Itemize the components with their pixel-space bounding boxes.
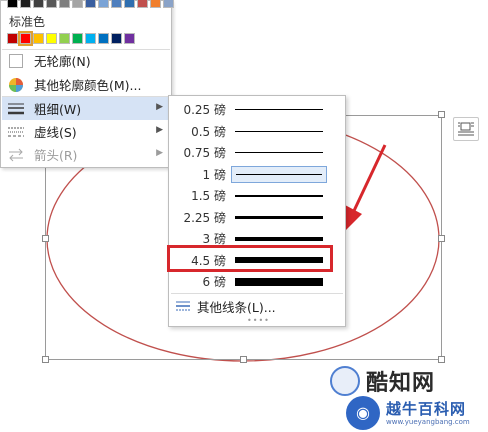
standard-color-swatch[interactable] (98, 33, 109, 44)
submenu-arrow-icon: ▶ (156, 102, 163, 112)
weight-preview-line (235, 236, 323, 241)
theme-color-swatch[interactable] (163, 0, 174, 8)
menu-resize-grip[interactable]: •••• (247, 316, 270, 325)
menu-separator (171, 293, 343, 294)
more-lines-label: 其他线条(L)... (197, 299, 276, 315)
no-outline-icon (6, 53, 26, 69)
menu-item-arrows[interactable]: 箭头(R) ▶ (2, 143, 171, 166)
layout-options-icon (458, 122, 474, 136)
weight-preview-box (231, 165, 327, 183)
theme-color-swatch[interactable] (124, 0, 135, 8)
standard-color-swatch[interactable] (111, 33, 122, 44)
watermark-badge-icon: ◉ (346, 396, 380, 430)
weight-option[interactable]: 1 磅 (171, 164, 343, 185)
submenu-arrow-icon: ▶ (156, 125, 163, 135)
weight-option[interactable]: 1.5 磅 (171, 185, 343, 206)
theme-color-swatch[interactable] (72, 0, 83, 8)
weight-preview-line (235, 277, 323, 286)
watermark-brand: 酷知网 (366, 371, 436, 396)
color-wheel-icon (6, 77, 26, 93)
standard-color-swatch[interactable] (85, 33, 96, 44)
weight-option[interactable]: 0.25 磅 (171, 99, 343, 120)
dash-style-icon (6, 124, 26, 140)
line-weight-icon (6, 101, 26, 117)
standard-color-swatch[interactable] (33, 33, 44, 44)
standard-color-swatch[interactable] (7, 33, 18, 44)
standard-colors-label: 标准色 (9, 15, 46, 29)
weight-preview-line (235, 215, 323, 219)
annotation-highlight-box (167, 245, 333, 272)
resize-handle-bottom[interactable] (240, 356, 247, 363)
theme-color-swatch[interactable] (46, 0, 57, 8)
standard-color-swatch[interactable] (59, 33, 70, 44)
no-outline-label: 无轮廓(N) (34, 54, 91, 69)
weight-option-label: 0.75 磅 (183, 146, 226, 160)
standard-color-row (7, 31, 135, 46)
weight-preview-box (231, 187, 327, 204)
weight-option-label: 0.25 磅 (183, 103, 226, 117)
weight-preview-box (231, 101, 327, 118)
arrows-label: 箭头(R) (34, 148, 78, 163)
weight-preview-line (235, 130, 323, 132)
theme-color-swatch[interactable] (98, 0, 109, 8)
shape-outline-menu: 标准色 无轮廓(N) 其他轮廓颜色(M)... 粗细(W) ▶ 虚线(S) ▶ … (0, 0, 174, 168)
menu-item-more-lines[interactable]: 其他线条(L)... (171, 296, 343, 316)
theme-color-swatch[interactable] (33, 0, 44, 8)
weight-option-label: 1 磅 (202, 167, 226, 182)
weight-preview-box (231, 273, 327, 290)
resize-handle-left[interactable] (42, 235, 49, 242)
theme-color-swatch[interactable] (59, 0, 70, 8)
weight-option[interactable]: 2.25 磅 (171, 207, 343, 228)
watermark: 酷知网 ◉ 越牛百科网 www.yueyangbang.com (326, 360, 488, 432)
theme-color-swatch[interactable] (7, 0, 18, 8)
weight-option[interactable]: 0.75 磅 (171, 142, 343, 163)
watermark-url: www.yueyangbang.com (386, 418, 470, 426)
weight-option[interactable]: 6 磅 (171, 271, 343, 292)
weight-preview-box (231, 144, 327, 161)
more-lines-icon (176, 301, 190, 311)
standard-color-swatch[interactable] (18, 31, 33, 46)
weight-preview-line (235, 109, 323, 110)
theme-color-swatch[interactable] (137, 0, 148, 8)
weight-label: 粗细(W) (34, 102, 82, 117)
menu-item-more-colors[interactable]: 其他轮廓颜色(M)... (2, 73, 171, 96)
more-colors-label: 其他轮廓颜色(M)... (34, 78, 142, 93)
weight-option-label: 6 磅 (202, 275, 226, 289)
watermark-subtitle: 越牛百科网 (386, 400, 467, 418)
standard-color-swatch[interactable] (72, 33, 83, 44)
theme-color-swatch[interactable] (150, 0, 161, 8)
dashes-label: 虚线(S) (34, 125, 77, 140)
menu-item-dashes[interactable]: 虚线(S) ▶ (2, 120, 171, 143)
arrow-style-icon (6, 147, 26, 163)
theme-color-swatch[interactable] (111, 0, 122, 8)
weight-option-label: 0.5 磅 (191, 124, 226, 139)
weight-preview-box (231, 123, 327, 140)
submenu-arrow-icon: ▶ (156, 148, 163, 158)
resize-handle-bottom-left[interactable] (42, 356, 49, 363)
weight-option-label: 2.25 磅 (183, 210, 226, 225)
menu-item-weight[interactable]: 粗细(W) ▶ (2, 97, 171, 120)
layout-options-button[interactable] (453, 117, 479, 141)
theme-color-row (7, 0, 174, 8)
theme-color-swatch[interactable] (20, 0, 31, 8)
resize-handle-top-right[interactable] (438, 111, 445, 118)
weight-option[interactable]: 0.5 磅 (171, 121, 343, 142)
resize-handle-right[interactable] (438, 235, 445, 242)
weight-preview-box (231, 209, 327, 226)
standard-color-swatch[interactable] (124, 33, 135, 44)
standard-color-swatch[interactable] (46, 33, 57, 44)
weight-preview-line (235, 152, 323, 153)
weight-preview-line (236, 173, 322, 175)
watermark-logo-icon (330, 366, 360, 396)
theme-color-swatch[interactable] (85, 0, 96, 8)
weight-preview-line (235, 194, 323, 197)
menu-item-no-outline[interactable]: 无轮廓(N) (2, 49, 171, 72)
line-weight-submenu: 0.25 磅 0.5 磅 0.75 磅1 磅 1.5 磅 2.25 磅3 磅 4.5 磅6… (168, 95, 346, 327)
weight-option-label: 1.5 磅 (191, 189, 226, 203)
